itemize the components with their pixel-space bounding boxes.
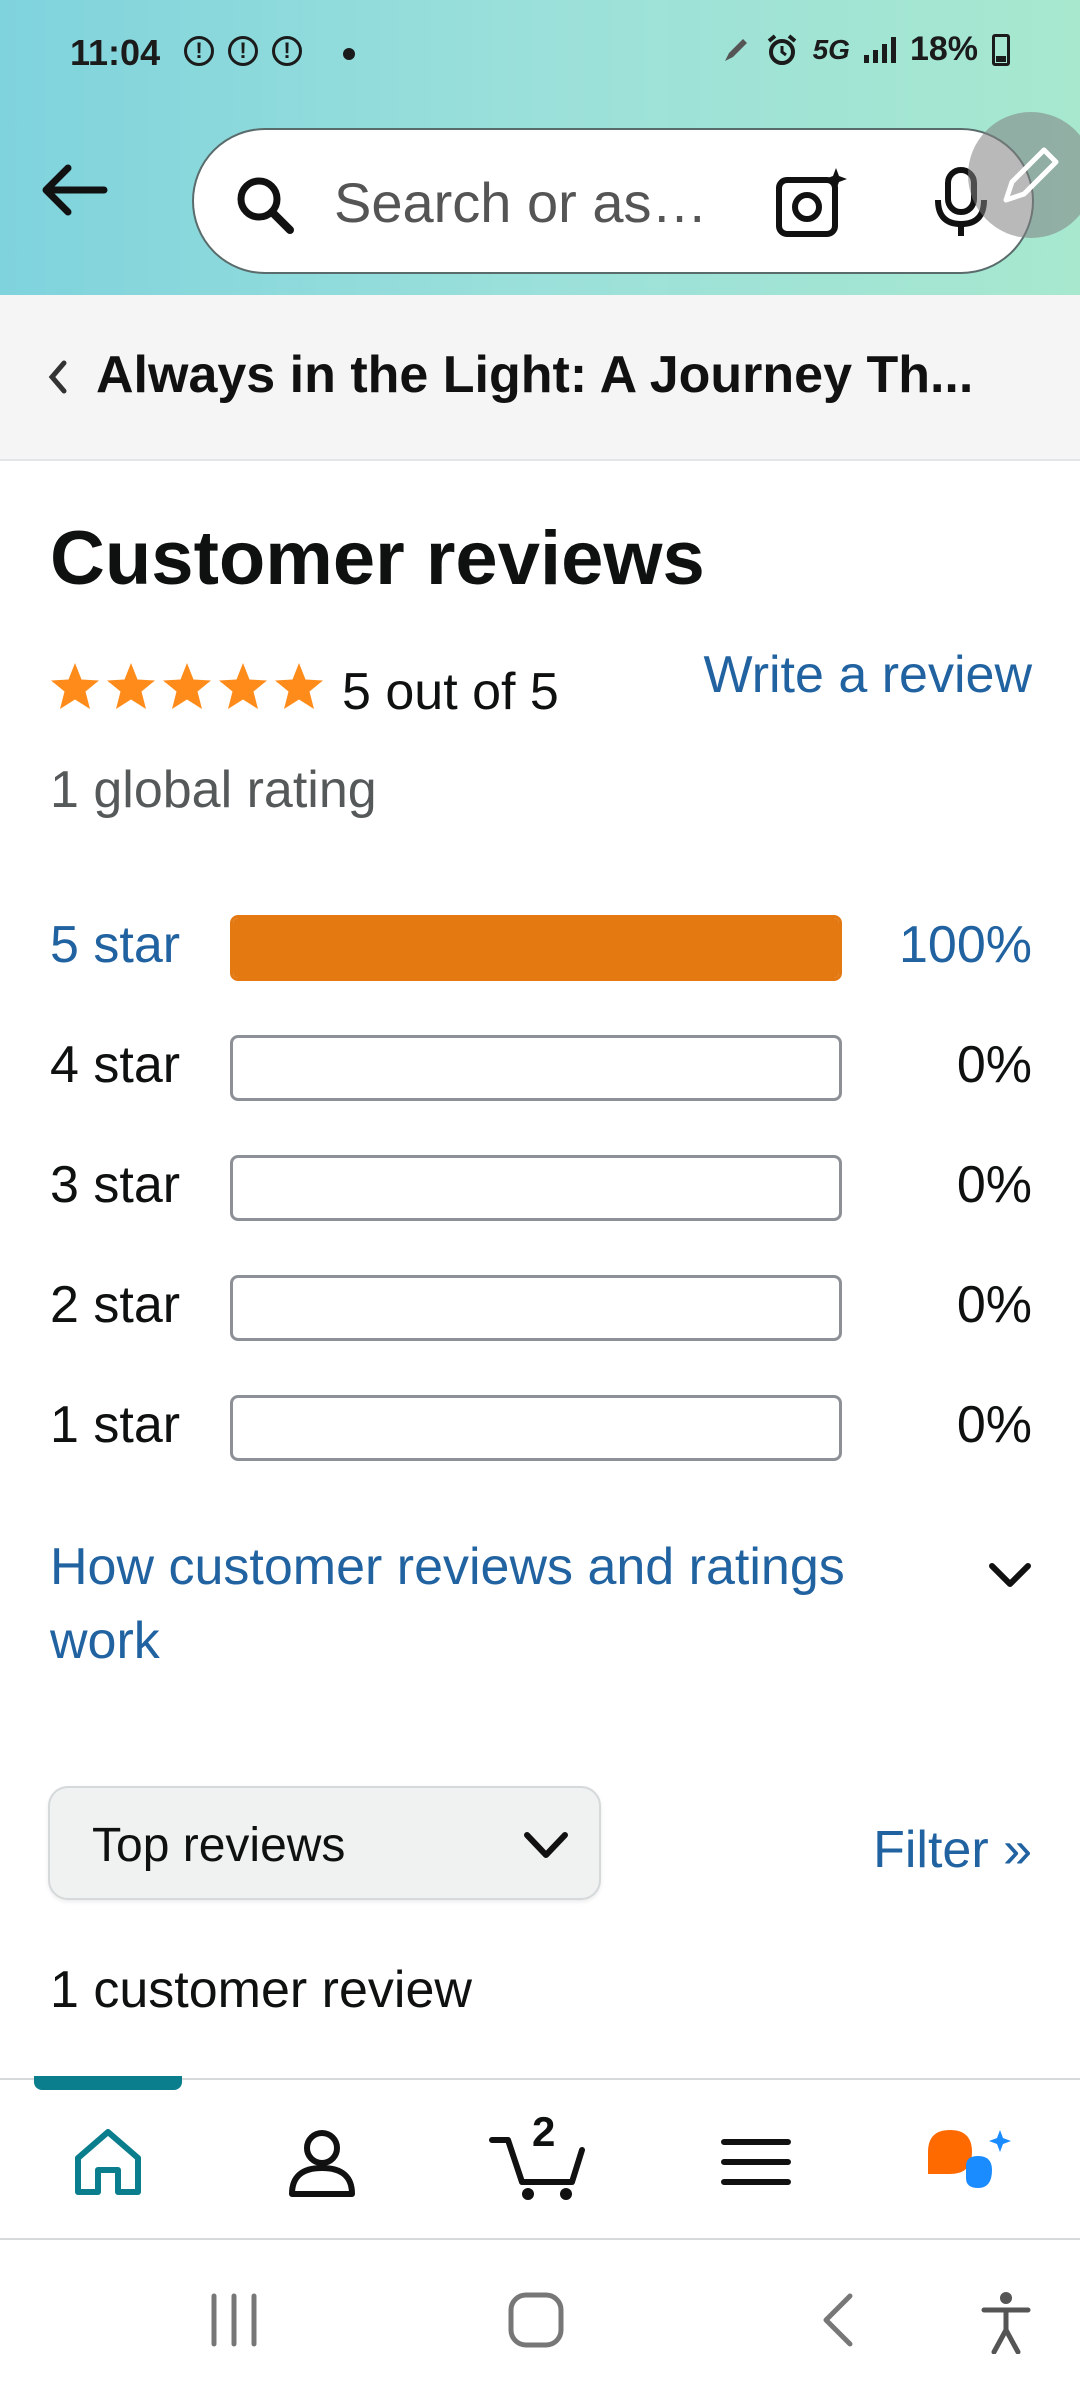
- star-icon: [51, 663, 99, 709]
- customer-review-count: 1 customer review: [50, 1961, 472, 2019]
- star-icon: [163, 663, 211, 709]
- star-icon: [275, 663, 323, 709]
- star-rating: [48, 660, 326, 714]
- histogram-bar-fill: [233, 918, 839, 978]
- status-bar: 11:04 ! ! ! 5G 18%: [0, 0, 1080, 110]
- global-rating-count: 1 global rating: [50, 761, 377, 819]
- rating-summary: 5 out of 5: [342, 663, 559, 721]
- histogram-percent: 0%: [956, 1036, 1032, 1094]
- home-icon[interactable]: [68, 2122, 148, 2202]
- how-reviews-work-link[interactable]: How customer reviews and ratings work: [50, 1530, 950, 1678]
- pen-icon: [724, 38, 747, 61]
- histogram-row: 2 star 0%: [0, 1265, 1080, 1345]
- rufus-assistant-icon[interactable]: [924, 2122, 1018, 2202]
- camera-search-icon[interactable]: [774, 166, 848, 240]
- active-tab-indicator: [34, 2076, 182, 2090]
- home-button-icon[interactable]: [506, 2290, 566, 2350]
- battery-icon: [992, 33, 1010, 66]
- alert-icon: !: [272, 36, 302, 66]
- account-icon[interactable]: [282, 2122, 362, 2202]
- histogram-row: 4 star 0%: [0, 1025, 1080, 1105]
- accessibility-icon[interactable]: [980, 2290, 1032, 2354]
- search-placeholder: Search or as…: [334, 171, 708, 234]
- more-notifications-dot-icon: [343, 48, 355, 60]
- battery-percent: 18%: [909, 30, 978, 68]
- back-arrow-icon[interactable]: [38, 160, 108, 220]
- histogram-row: 1 star 0%: [0, 1385, 1080, 1465]
- status-time: 11:04: [70, 32, 161, 73]
- status-right: 5G 18%: [721, 30, 1010, 69]
- breadcrumb[interactable]: Always in the Light: A Journey Th...: [0, 295, 1080, 461]
- histogram-percent: 0%: [956, 1396, 1032, 1454]
- recent-apps-icon[interactable]: [206, 2290, 262, 2350]
- histogram-bar: [230, 1035, 842, 1101]
- network-type: 5G: [812, 33, 850, 65]
- histogram-bar[interactable]: [230, 915, 842, 981]
- notification-icons: ! ! !: [184, 36, 302, 66]
- system-back-icon[interactable]: [818, 2290, 858, 2350]
- histogram-percent[interactable]: 100%: [899, 915, 1032, 975]
- histogram-star-label: 4 star: [50, 1036, 181, 1094]
- histogram-star-label: 3 star: [50, 1156, 181, 1214]
- write-review-link[interactable]: Write a review: [704, 645, 1032, 705]
- signal-icon: [863, 36, 896, 63]
- sort-selected-value: Top reviews: [92, 1819, 346, 1872]
- star-icon: [107, 663, 155, 709]
- chevron-down-icon: [524, 1832, 568, 1858]
- histogram-star-label: 1 star: [50, 1396, 181, 1454]
- filter-link[interactable]: Filter »: [873, 1820, 1032, 1880]
- app-header: 11:04 ! ! ! 5G 18% Search or as…: [0, 0, 1080, 295]
- histogram-row[interactable]: 5 star 100%: [0, 905, 1080, 985]
- histogram-star-label[interactable]: 5 star: [50, 915, 180, 975]
- bottom-navigation: 2: [0, 2076, 1080, 2240]
- histogram-percent: 0%: [956, 1276, 1032, 1334]
- cart-count-badge: 2: [532, 2108, 556, 2155]
- sort-dropdown[interactable]: Top reviews: [48, 1786, 601, 1900]
- histogram-bar: [230, 1155, 842, 1221]
- system-navigation-bar: [0, 2240, 1080, 2400]
- page-title: Customer reviews: [50, 516, 705, 601]
- histogram-star-label: 2 star: [50, 1276, 181, 1334]
- pencil-icon: [1003, 147, 1059, 203]
- alert-icon: !: [184, 36, 214, 66]
- chevron-down-icon[interactable]: [988, 1560, 1032, 1590]
- alarm-icon: [767, 33, 796, 65]
- histogram-bar: [230, 1275, 842, 1341]
- search-input[interactable]: Search or as…: [192, 128, 1034, 274]
- star-icon: [219, 663, 267, 709]
- chevron-left-icon: [48, 360, 67, 394]
- breadcrumb-product-title[interactable]: Always in the Light: A Journey Th...: [96, 345, 1026, 405]
- menu-icon[interactable]: [716, 2122, 796, 2202]
- histogram-percent: 0%: [956, 1156, 1032, 1214]
- alert-icon: !: [228, 36, 258, 66]
- histogram-row: 3 star 0%: [0, 1145, 1080, 1225]
- search-icon: [237, 177, 294, 234]
- histogram-bar: [230, 1395, 842, 1461]
